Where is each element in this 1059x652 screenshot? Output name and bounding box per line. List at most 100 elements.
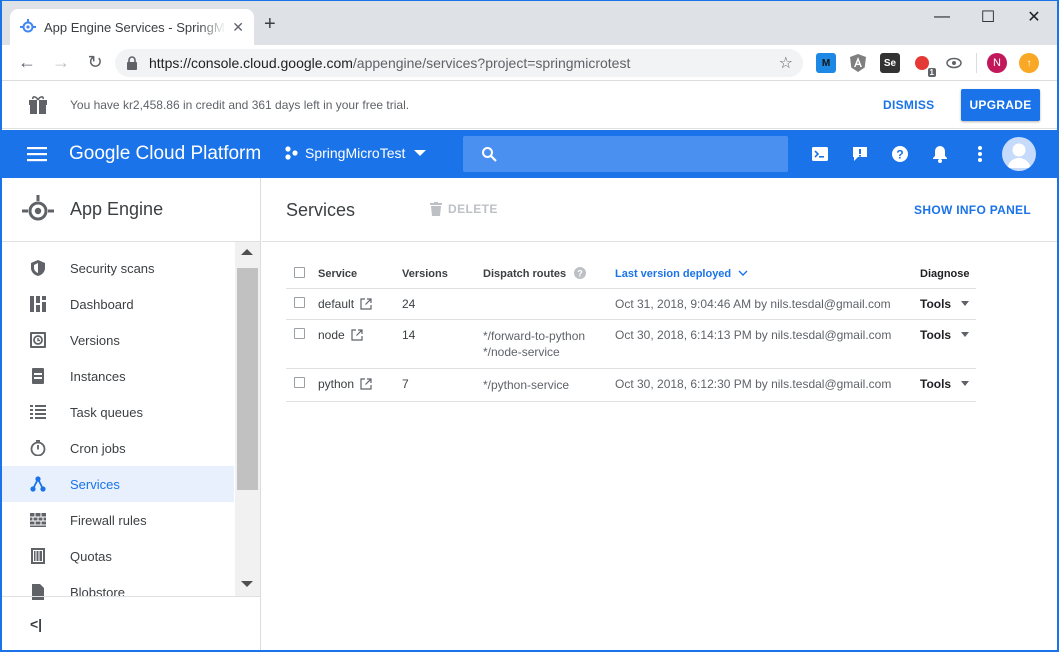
tools-dropdown[interactable]: Tools — [920, 377, 976, 391]
dismiss-button[interactable]: DISMISS — [883, 98, 934, 112]
sidebar-title: App Engine — [70, 199, 164, 219]
last-deployed: Oct 30, 2018, 6:12:30 PM by nils.tesdal@… — [615, 368, 920, 402]
column-dispatch-routes[interactable]: Dispatch routes ? — [483, 260, 615, 289]
column-versions[interactable]: Versions — [402, 260, 483, 289]
scroll-up-icon[interactable] — [241, 248, 253, 256]
extension-adblock-icon[interactable]: 1 — [912, 53, 936, 77]
sidebar-item-security-scans[interactable]: Security scans — [2, 250, 234, 286]
search-bar[interactable] — [463, 136, 788, 172]
sidebar-item-label: Services — [70, 477, 120, 492]
sidebar-item-label: Versions — [70, 333, 120, 348]
scrollbar-thumb[interactable] — [237, 268, 258, 490]
extension-badge: 1 — [927, 68, 936, 77]
delete-button[interactable]: DELETE — [430, 202, 498, 216]
browser-tab[interactable]: App Engine Services - SpringMicroTest ✕ — [10, 9, 254, 45]
table-row[interactable]: default 24 Oct 31, 2018, 9:04:46 AM by nil… — [286, 288, 976, 320]
help-circle-icon[interactable]: ? — [574, 267, 587, 280]
collapse-icon: <| — [30, 616, 43, 632]
sidebar-item-quotas[interactable]: Quotas — [2, 538, 234, 574]
more-vert-icon[interactable] — [970, 144, 990, 164]
tab-close-icon[interactable]: ✕ — [232, 19, 244, 36]
services-icon — [30, 476, 46, 492]
address-bar[interactable]: https://console.cloud.google.com/appengi… — [115, 49, 803, 77]
bookmark-star-icon[interactable]: ☆ — [779, 53, 793, 73]
service-name-link[interactable]: node — [318, 328, 345, 342]
column-service[interactable]: Service — [318, 260, 402, 289]
versions-count[interactable]: 14 — [402, 319, 483, 369]
update-icon[interactable]: ↑ — [1019, 53, 1039, 73]
app-engine-icon — [22, 195, 54, 221]
table-row[interactable]: node 14 */forward-to-python */node-service O… — [286, 319, 976, 369]
sidebar-item-label: Security scans — [70, 261, 155, 276]
row-checkbox[interactable] — [294, 296, 305, 308]
collapse-sidebar-button[interactable]: <| — [2, 596, 260, 650]
maximize-icon[interactable]: ☐ — [965, 1, 1011, 33]
sidebar-item-versions[interactable]: Versions — [2, 322, 234, 358]
sidebar-item-services[interactable]: Services — [2, 466, 234, 502]
extensions-area: M Se 1 N ↑ — [816, 53, 1051, 77]
window-controls: — ☐ ✕ — [919, 1, 1057, 33]
svg-text:?: ? — [896, 148, 903, 162]
browser-window: App Engine Services - SpringMicroTest ✕ … — [0, 0, 1059, 652]
service-name-link[interactable]: default — [318, 297, 354, 311]
tools-label: Tools — [920, 327, 952, 342]
open-in-new-icon[interactable] — [360, 377, 372, 390]
platform-title[interactable]: Google Cloud Platform — [69, 143, 261, 165]
sidebar-item-label: Firewall rules — [70, 513, 147, 528]
select-all-checkbox[interactable] — [294, 266, 305, 278]
quotas-icon — [31, 548, 45, 564]
table-header-row: Service Versions Dispatch routes ? Last … — [286, 260, 976, 289]
url-text: https://console.cloud.google.com/appengi… — [149, 55, 631, 71]
upgrade-button[interactable]: UPGRADE — [961, 89, 1040, 121]
caret-down-icon — [961, 381, 970, 386]
tools-dropdown[interactable]: Tools — [920, 328, 976, 342]
account-avatar[interactable] — [1002, 137, 1036, 171]
caret-down-icon — [961, 301, 970, 306]
extension-eye-icon[interactable] — [944, 53, 964, 73]
open-in-new-icon[interactable] — [360, 297, 372, 310]
scroll-down-icon[interactable] — [241, 580, 253, 588]
help-icon[interactable]: ? — [890, 144, 910, 164]
sidebar-item-task-queues[interactable]: Task queues — [2, 394, 234, 430]
sidebar-item-cron-jobs[interactable]: Cron jobs — [2, 430, 234, 466]
service-name-link[interactable]: python — [318, 377, 354, 391]
bell-icon[interactable] — [930, 144, 950, 164]
extension-selenium-icon[interactable]: Se — [880, 53, 900, 73]
versions-count[interactable]: 24 — [402, 288, 483, 320]
tab-strip: App Engine Services - SpringMicroTest ✕ … — [2, 1, 1057, 45]
dashboard-icon — [30, 296, 46, 312]
row-checkbox[interactable] — [294, 376, 305, 388]
reload-icon[interactable]: ↻ — [80, 48, 110, 78]
table-row[interactable]: python 7 */python-service Oct 30, 2018, 6:1… — [286, 368, 976, 402]
trial-message: You have kr2,458.86 in credit and 361 da… — [70, 98, 410, 112]
hamburger-menu-icon[interactable] — [26, 143, 48, 165]
back-arrow-icon[interactable]: ← — [12, 48, 42, 78]
tools-label: Tools — [920, 376, 952, 391]
extension-angular-icon[interactable] — [848, 53, 868, 73]
forward-arrow-icon[interactable]: → — [46, 48, 76, 78]
show-info-panel-button[interactable]: SHOW INFO PANEL — [914, 203, 1031, 217]
sidebar-item-label: Cron jobs — [70, 441, 126, 456]
app-engine-favicon-icon — [20, 19, 36, 33]
minimize-icon[interactable]: — — [919, 1, 965, 33]
notifications-alert-icon[interactable] — [850, 144, 870, 164]
sidebar-item-dashboard[interactable]: Dashboard — [2, 286, 234, 322]
project-selector[interactable]: SpringMicroTest — [284, 145, 427, 161]
sidebar-scrollbar[interactable] — [235, 242, 260, 596]
sidebar-item-instances[interactable]: Instances — [2, 358, 234, 394]
profile-avatar[interactable]: N — [987, 53, 1007, 73]
chevron-down-icon — [414, 150, 427, 156]
sidebar-item-firewall-rules[interactable]: Firewall rules — [2, 502, 234, 538]
sort-chevron-down-icon — [738, 270, 748, 276]
row-checkbox[interactable] — [294, 327, 305, 339]
extension-m-icon[interactable]: M — [816, 53, 836, 73]
tools-dropdown[interactable]: Tools — [920, 297, 976, 311]
last-deployed: Oct 31, 2018, 9:04:46 AM by nils.tesdal@… — [615, 288, 920, 320]
cloud-shell-icon[interactable] — [810, 144, 830, 164]
versions-count[interactable]: 7 — [402, 368, 483, 402]
new-tab-button[interactable]: + — [264, 14, 276, 34]
instances-icon — [32, 368, 44, 384]
open-in-new-icon[interactable] — [351, 328, 363, 341]
column-last-deployed[interactable]: Last version deployed — [615, 260, 920, 289]
close-window-icon[interactable]: ✕ — [1011, 1, 1057, 33]
